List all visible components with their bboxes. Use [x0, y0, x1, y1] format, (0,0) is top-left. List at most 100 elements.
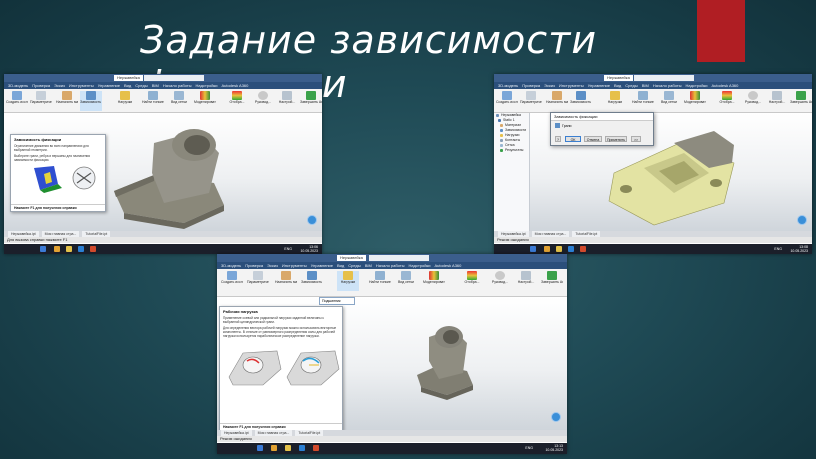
menu-item[interactable]: Инструменты [69, 82, 94, 89]
document-tab[interactable]: Нержавейка [337, 255, 366, 261]
menu-item[interactable]: Среды [135, 82, 147, 89]
viewcube-icon[interactable] [551, 412, 561, 422]
viewcube-icon[interactable] [797, 215, 807, 225]
document-tab[interactable]: Нержавейка [604, 75, 633, 81]
menu-item[interactable]: Autodesk A360 [434, 262, 461, 269]
search-box[interactable] [144, 75, 204, 81]
language-indicator[interactable]: ENG [774, 247, 782, 251]
assign-material-button[interactable]: Назначить материал [56, 91, 78, 111]
create-study-button[interactable]: Создать исследование [221, 271, 243, 291]
menu-item[interactable]: Начало работы [653, 82, 682, 89]
powerpoint-icon[interactable] [580, 246, 586, 252]
mesh-view-button[interactable]: Вид сетки [168, 91, 190, 111]
explorer-icon[interactable] [271, 445, 277, 451]
settings-button[interactable]: Настрой... [276, 91, 298, 111]
assign-material-button[interactable]: Назначить материал [275, 271, 297, 291]
fix-constraint-button[interactable]: Зависимость фиксации [301, 271, 323, 291]
cancel-button[interactable]: Отмена [584, 136, 602, 142]
menu-item[interactable]: BIM [152, 82, 159, 89]
language-indicator[interactable]: ENG [284, 247, 292, 251]
menu-item[interactable]: Вид [337, 262, 344, 269]
fix-constraint-button[interactable]: Зависимость фиксации [80, 91, 102, 111]
explorer-icon[interactable] [544, 246, 550, 252]
folder-icon[interactable] [285, 445, 291, 451]
viewcube-icon[interactable] [307, 215, 317, 225]
menu-item[interactable]: Управление [311, 262, 333, 269]
menu-item[interactable]: Среды [625, 82, 637, 89]
powerpoint-icon[interactable] [90, 246, 96, 252]
create-study-button[interactable]: Создать исследование [6, 91, 28, 111]
menu-item[interactable]: Инструменты [559, 82, 584, 89]
menu-item[interactable]: Надстройки [409, 262, 431, 269]
display-button[interactable]: Отобра... [226, 91, 248, 111]
powerpoint-icon[interactable] [313, 445, 319, 451]
menu-item[interactable]: Управление [588, 82, 610, 89]
windows-icon[interactable] [40, 246, 46, 252]
apply-button[interactable]: Применить [605, 136, 627, 142]
bearing-load-menu-item[interactable]: Подшипник [319, 297, 355, 305]
windows-icon[interactable] [530, 246, 536, 252]
menu-item[interactable]: Среды [348, 262, 360, 269]
create-study-button[interactable]: Создать исследование [496, 91, 518, 111]
mesh-view-button[interactable]: Вид сетки [658, 91, 680, 111]
menu-item[interactable]: Вид [124, 82, 131, 89]
explorer-icon[interactable] [54, 246, 60, 252]
ok-button[interactable]: ОК [565, 136, 581, 142]
loads-button[interactable]: Нагрузки [114, 91, 136, 111]
display-button[interactable]: Отобра... [716, 91, 738, 111]
more-button[interactable]: >> [631, 136, 641, 142]
loads-button[interactable]: Нагрузки [604, 91, 626, 111]
menu-item[interactable]: Надстройки [686, 82, 708, 89]
settings-button[interactable]: Настрой... [515, 271, 537, 291]
menu-item[interactable]: 3D-модель [221, 262, 241, 269]
menu-item[interactable]: Эскиз [54, 82, 65, 89]
menu-item[interactable]: Вид [614, 82, 621, 89]
menu-item[interactable]: Эскиз [267, 262, 278, 269]
finish-analysis-button[interactable]: Завершить Анализ [300, 91, 322, 111]
menu-item[interactable]: 3D-модель [8, 82, 28, 89]
folder-icon[interactable] [556, 246, 562, 252]
menu-item[interactable]: BIM [642, 82, 649, 89]
menu-item[interactable]: Autodesk A360 [221, 82, 248, 89]
fix-constraint-button[interactable]: Зависимость фиксации [570, 91, 592, 111]
settings-button[interactable]: Настрой... [766, 91, 788, 111]
menu-item[interactable]: Управление [98, 82, 120, 89]
inventor-icon[interactable] [78, 246, 84, 252]
menu-item[interactable]: Проверка [32, 82, 50, 89]
faces-selector[interactable]: Грани [555, 123, 571, 128]
inventor-icon[interactable] [299, 445, 305, 451]
param-table-button[interactable]: Параметрическая таблица [30, 91, 52, 111]
param-table-button[interactable]: Параметрическая таблица [520, 91, 542, 111]
simulate-button[interactable]: Моделировать [684, 91, 706, 111]
thin-bodies-button[interactable]: Найти тонкие тела [369, 271, 391, 291]
menu-item[interactable]: Начало работы [163, 82, 192, 89]
windows-icon[interactable] [257, 445, 263, 451]
display-button[interactable]: Отобра... [461, 271, 483, 291]
menu-item[interactable]: Проверка [245, 262, 263, 269]
guide-button[interactable]: Руковод... [252, 91, 274, 111]
help-button[interactable]: ? [555, 136, 561, 142]
loads-button[interactable]: Нагрузки [337, 271, 359, 291]
mesh-view-button[interactable]: Вид сетки [395, 271, 417, 291]
finish-analysis-button[interactable]: Завершить Анализ [790, 91, 812, 111]
guide-button[interactable]: Руковод... [742, 91, 764, 111]
search-box[interactable] [634, 75, 694, 81]
menu-item[interactable]: BIM [365, 262, 372, 269]
simulate-button[interactable]: Моделировать [194, 91, 216, 111]
simulate-button[interactable]: Моделировать [423, 271, 445, 291]
menu-item[interactable]: Autodesk A360 [711, 82, 738, 89]
assign-material-button[interactable]: Назначить материал [546, 91, 568, 111]
search-box[interactable] [369, 255, 429, 261]
thin-bodies-button[interactable]: Найти тонкие тела [142, 91, 164, 111]
menu-item[interactable]: Надстройки [196, 82, 218, 89]
thin-bodies-button[interactable]: Найти тонкие тела [632, 91, 654, 111]
menu-item[interactable]: Инструменты [282, 262, 307, 269]
language-indicator[interactable]: ENG [525, 446, 533, 450]
guide-button[interactable]: Руковод... [489, 271, 511, 291]
param-table-button[interactable]: Параметрическая таблица [247, 271, 269, 291]
folder-icon[interactable] [66, 246, 72, 252]
menu-item[interactable]: 3D-модель [498, 82, 518, 89]
finish-analysis-button[interactable]: Завершить Анализ [541, 271, 563, 291]
inventor-icon[interactable] [568, 246, 574, 252]
menu-item[interactable]: Начало работы [376, 262, 405, 269]
